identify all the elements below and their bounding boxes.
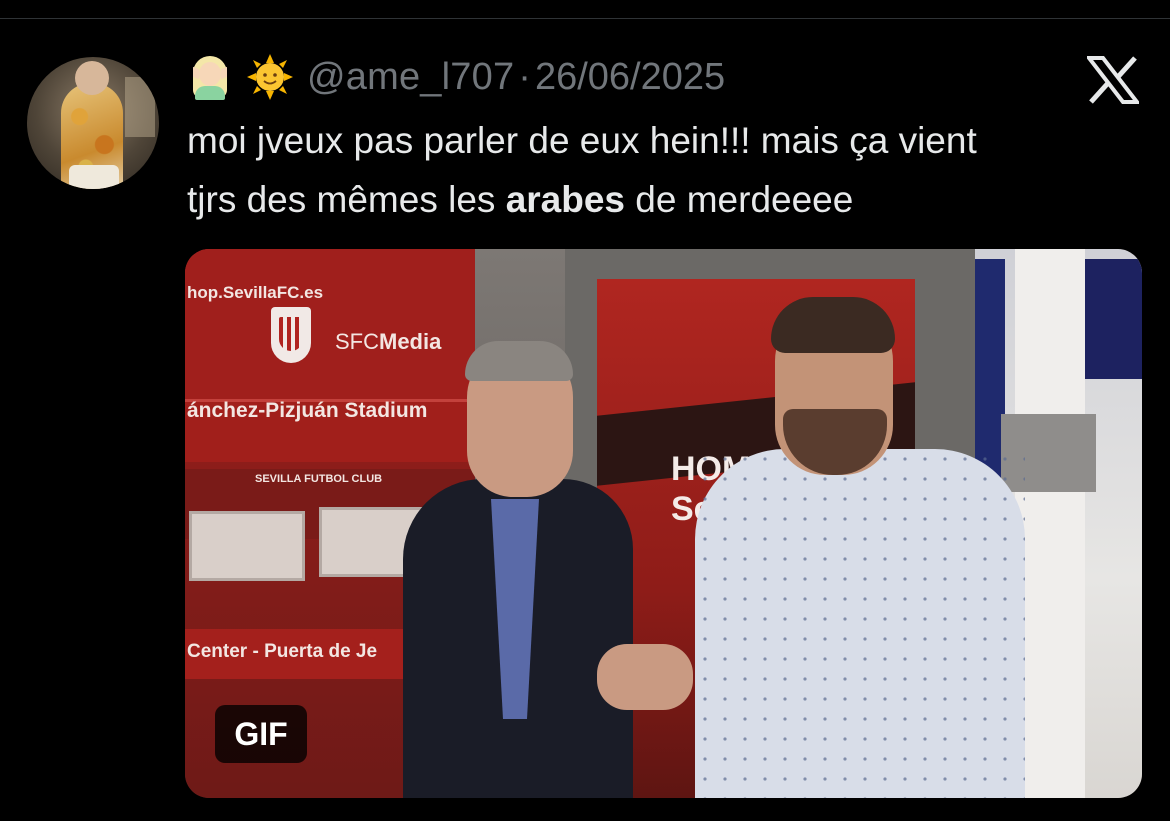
sun-emoji-icon: [247, 54, 293, 100]
tweet-text-line-2: tjrs des mêmes les arabes de merdeeee: [187, 179, 854, 220]
avatar[interactable]: [27, 57, 159, 189]
gif-badge[interactable]: GIF: [215, 705, 307, 763]
sign-club-text: SEVILLA FUTBOL CLUB: [255, 473, 383, 485]
tweet-text: moi jveux pas parler de eux hein!!! mais…: [187, 111, 1147, 229]
handshake: [597, 644, 693, 710]
sign-shop-text: hop.SevillaFC.es: [187, 283, 324, 302]
tweet-date[interactable]: 26/06/2025: [535, 56, 725, 99]
elf-emoji-icon: [187, 54, 233, 100]
x-logo-icon[interactable]: [1084, 56, 1142, 104]
tweet-text-bold: arabes: [505, 179, 626, 220]
tweet-header: @ame_l707 · 26/06/2025: [187, 51, 725, 103]
sign-center-text: Center - Puerta de Je: [187, 641, 378, 662]
author-handle[interactable]: @ame_l707: [307, 56, 514, 99]
sign-media-text: SFCMedia: [335, 329, 442, 354]
tweet-text-line-1: moi jveux pas parler de eux hein!!! mais…: [187, 120, 977, 161]
sevilla-crest-icon: [271, 307, 311, 363]
tweet-card[interactable]: @ame_l707 · 26/06/2025 moi jveux pas par…: [0, 0, 1170, 821]
sign-stadium-text: ánchez-Pizjuán Stadium: [187, 399, 428, 422]
tweet-media-gif[interactable]: hop.SevillaFC.es SFCMedia ánchez-Pizjuán…: [185, 249, 1142, 798]
header-separator: ·: [518, 55, 531, 98]
person-right: [695, 449, 1025, 798]
